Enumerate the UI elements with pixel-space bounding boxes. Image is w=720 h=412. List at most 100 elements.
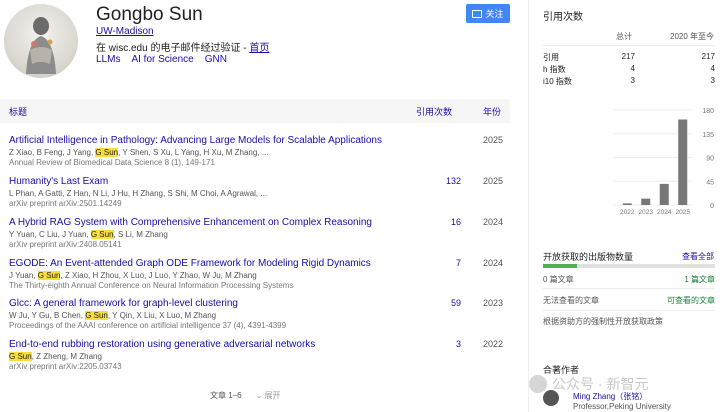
publication-authors: G Sun, Z Zheng, M Zhang <box>9 352 102 361</box>
publication-year: 2025 <box>483 176 504 186</box>
unavailable-label[interactable]: 无法查看的文章 <box>543 295 599 306</box>
publication-title[interactable]: Artificial Intelligence in Pathology: Ad… <box>9 135 507 146</box>
cited-count[interactable]: 132 <box>437 176 461 186</box>
mail-icon <box>472 9 483 18</box>
mandate-note: 根据资助方的强制性开放获取政策 <box>543 317 663 326</box>
publication-title[interactable]: A Hybrid RAG System with Comprehensive E… <box>9 217 507 228</box>
publication-venue: arXiv preprint arXiv:2501.14249 <box>9 199 122 208</box>
open-access-counts: 0 篇文章 1 篇文章 <box>543 274 715 285</box>
publication-year: 2022 <box>483 339 504 349</box>
publication-title[interactable]: Glcc: A general framework for graph-leve… <box>9 298 507 309</box>
col-since-header: 2020 年至今 <box>670 32 715 41</box>
publication-title[interactable]: End-to-end rubbing restoration using gen… <box>9 339 507 350</box>
stats-row-citations: 引用 217 217 <box>543 52 715 64</box>
open-access-labels: 无法查看的文章 可查看的文章 <box>543 295 715 306</box>
email-verified-line: 在 wisc.edu 的电子邮件经过验证 - 首页 <box>96 39 269 54</box>
y-tick-label: 0 <box>710 203 714 210</box>
stats-divider <box>543 45 715 46</box>
follow-button[interactable]: 关注 <box>466 4 510 23</box>
open-access-divider <box>543 288 715 289</box>
x-tick-label: 2023 <box>639 209 654 216</box>
publication-authors: Y Yuan, C Liu, J Yuan, G Sun, S Li, M Zh… <box>9 230 168 239</box>
stats-since: 3 <box>710 76 715 85</box>
x-tick-label: 2022 <box>620 209 635 216</box>
stats-label[interactable]: i10 指数 <box>543 76 572 87</box>
open-access-title: 开放获取的出版物数量 <box>543 252 634 262</box>
stats-row-i10-index: i10 指数 3 3 <box>543 76 715 88</box>
x-tick-label: 2025 <box>676 209 691 216</box>
tag-link[interactable]: GNN <box>205 54 227 65</box>
citation-bar-2024[interactable] <box>659 183 669 205</box>
y-tick-label: 45 <box>706 179 714 186</box>
open-access-fill <box>543 264 578 268</box>
publication-venue: Proceedings of the AAAI conference on ar… <box>9 321 287 330</box>
stats-since: 4 <box>710 64 715 73</box>
publication-year: 2023 <box>483 298 504 308</box>
publication-year: 2024 <box>483 258 504 268</box>
available-count: 1 篇文章 <box>684 275 715 284</box>
coauthor-name[interactable]: Ming Zhang（张铭） <box>573 391 647 402</box>
publication-row: Artificial Intelligence in Pathology: Ad… <box>9 135 507 167</box>
citations-bar-chart: 0 45 90 135 180 2022 2023 2024 2025 <box>614 108 714 216</box>
publication-row: Humanity's Last Exam L Phan, A Gatti, Z … <box>9 176 507 208</box>
email-verified-text: 在 wisc.edu 的电子邮件经过验证 - <box>96 43 250 54</box>
cited-count[interactable]: 59 <box>437 298 461 308</box>
publication-venue: Annual Review of Biomedical Data Science… <box>9 158 215 167</box>
view-all-link[interactable]: 查看全部 <box>682 251 714 262</box>
sort-by-cited[interactable]: 引用次数 <box>416 105 452 118</box>
cited-count[interactable]: 7 <box>437 258 461 268</box>
stats-since: 217 <box>701 52 715 61</box>
publication-venue: arXiv preprint arXiv:2408.05141 <box>9 240 122 249</box>
cited-count[interactable]: 16 <box>437 217 461 227</box>
pagination: 文章 1–6 ⌄ 展开 <box>210 390 281 401</box>
publication-year: 2024 <box>483 217 504 227</box>
available-label[interactable]: 可查看的文章 <box>667 295 715 306</box>
citations-title: 引用次数 <box>543 12 583 23</box>
highlighted-author: G Sun <box>85 311 108 320</box>
profile-name: Gongbo Sun <box>96 4 203 25</box>
tag-link[interactable]: AI for Science <box>131 54 193 65</box>
citation-bar-2025[interactable] <box>678 119 688 206</box>
publication-authors: J Yuan, G Sun, Z Xiao, H Zhou, X Luo, J … <box>9 271 257 280</box>
publication-authors: L Phan, A Gatti, Z Han, N Li, J Hu, H Zh… <box>9 189 268 198</box>
publication-venue: arXiv preprint arXiv:2205.03743 <box>9 362 122 371</box>
publication-row: Glcc: A general framework for graph-leve… <box>9 298 507 330</box>
unavailable-count: 0 篇文章 <box>543 275 574 284</box>
cited-count[interactable]: 3 <box>437 339 461 349</box>
y-tick-label: 135 <box>702 132 714 139</box>
stats-all: 4 <box>630 64 635 73</box>
citation-bar-2023[interactable] <box>641 198 651 205</box>
article-range: 文章 1–6 <box>210 391 242 400</box>
stats-row-h-index: h 指数 4 4 <box>543 64 715 76</box>
stats-all: 3 <box>630 76 635 85</box>
y-tick-label: 90 <box>706 156 714 163</box>
publication-authors: W Ju, Y Gu, B Chen, G Sun, Y Qin, X Liu,… <box>9 311 217 320</box>
citation-bar-2022[interactable] <box>622 203 632 205</box>
chevron-down-icon: ⌄ <box>255 391 263 400</box>
sort-by-title[interactable]: 标题 <box>9 105 27 118</box>
affiliation-link[interactable]: UW-Madison <box>96 26 154 37</box>
open-access-divider <box>543 310 715 311</box>
show-more-button[interactable]: ⌄ 展开 <box>256 390 281 401</box>
publication-row: A Hybrid RAG System with Comprehensive E… <box>9 217 507 249</box>
stats-label[interactable]: h 指数 <box>543 64 566 75</box>
sort-by-year[interactable]: 年份 <box>483 105 501 118</box>
wechat-icon <box>529 375 547 393</box>
publication-row: EGODE: An Event-attended Graph ODE Frame… <box>9 258 507 290</box>
homepage-link[interactable]: 首页 <box>249 43 269 54</box>
x-tick-label: 2024 <box>657 209 672 216</box>
stats-all: 217 <box>621 52 635 61</box>
panel-divider <box>528 0 529 412</box>
publication-year: 2025 <box>483 135 504 145</box>
publication-title[interactable]: EGODE: An Event-attended Graph ODE Frame… <box>9 258 507 269</box>
highlighted-author: G Sun <box>37 271 61 280</box>
y-tick-label: 180 <box>702 108 714 115</box>
tag-link[interactable]: LLMs <box>96 54 120 65</box>
publication-title[interactable]: Humanity's Last Exam <box>9 176 507 187</box>
coauthor-avatar <box>543 390 559 406</box>
publication-row: End-to-end rubbing restoration using gen… <box>9 339 507 371</box>
stats-label[interactable]: 引用 <box>543 52 559 63</box>
highlighted-author: G Sun <box>95 148 119 157</box>
avatar-illustration <box>26 17 56 74</box>
open-access-bar <box>543 264 715 268</box>
